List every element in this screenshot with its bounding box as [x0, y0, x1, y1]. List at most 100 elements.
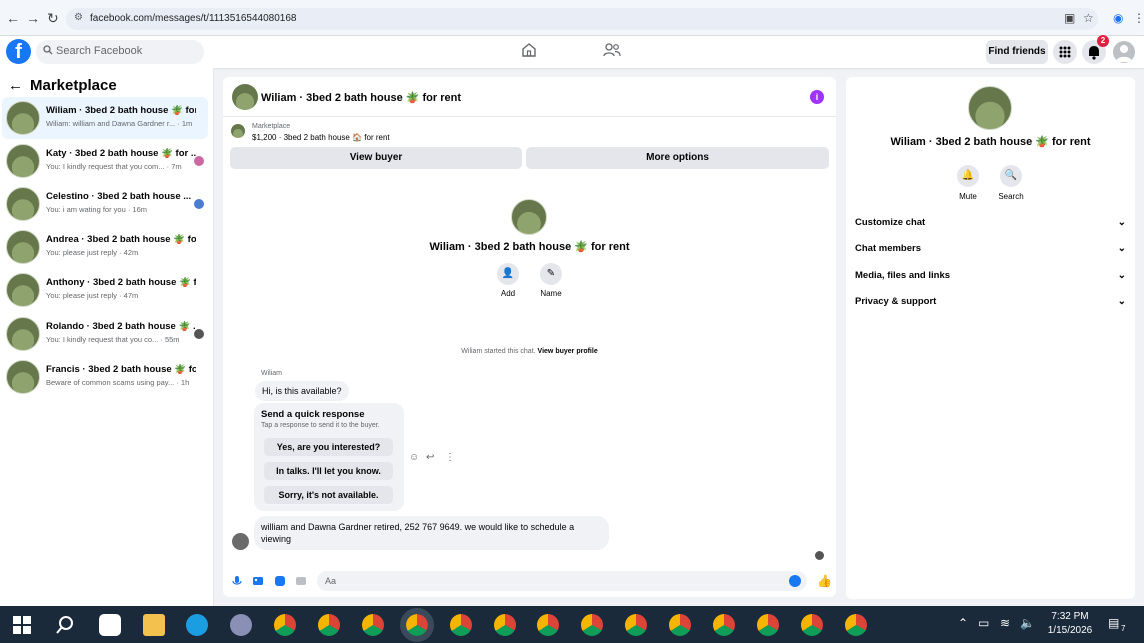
media-files-links-row[interactable]: Media, files and links ⌄	[855, 270, 1126, 290]
cast-icon[interactable]: ▣	[1064, 11, 1075, 25]
edge-icon[interactable]	[186, 614, 208, 636]
emoji-icon[interactable]	[789, 575, 801, 587]
info-icon[interactable]: i	[810, 90, 824, 104]
listing-summary[interactable]: $1,200 · 3bed 2 bath house 🏠 for rent	[252, 133, 390, 142]
avatar[interactable]	[232, 84, 258, 110]
search-button[interactable]: 🔍 Search	[991, 165, 1031, 201]
friends-icon[interactable]	[603, 42, 621, 58]
chrome-profile-icon[interactable]	[801, 614, 823, 636]
conversation-name: Wiliam · 3bed 2 bath house 🪴 for...	[46, 105, 196, 116]
mute-label: Mute	[959, 192, 977, 201]
search-icon	[43, 45, 53, 55]
notification-center-icon[interactable]: ▤	[1108, 616, 1119, 630]
chat-members-row[interactable]: Chat members ⌄	[855, 243, 1126, 263]
menu-grid-button[interactable]	[1053, 40, 1077, 64]
listing-thumbnail	[231, 124, 245, 138]
wifi-icon[interactable]: ≋	[1000, 616, 1010, 630]
privacy-support-row[interactable]: Privacy & support ⌄	[855, 296, 1126, 316]
chevron-down-icon: ⌄	[1117, 217, 1126, 228]
add-button[interactable]: 👤 Add	[488, 263, 528, 298]
conversation-item[interactable]: Francis · 3bed 2 bath house 🪴 for... Bew…	[2, 356, 208, 398]
mute-button[interactable]: 🔔 Mute	[948, 165, 988, 201]
avatar[interactable]	[232, 533, 249, 550]
gif-icon[interactable]	[295, 575, 307, 587]
chrome-profile-icon[interactable]	[537, 614, 559, 636]
conversation-preview: Wiliam: william and Dawna Gardner r... ·…	[46, 119, 193, 128]
seen-avatar	[194, 199, 204, 209]
message-bubble[interactable]: william and Dawna Gardner retired, 252 7…	[254, 516, 609, 550]
chrome-profile-icon[interactable]	[318, 614, 340, 636]
more-options-button[interactable]: More options	[526, 147, 829, 169]
chrome-profile-icon[interactable]	[713, 614, 735, 636]
thumbs-up-icon[interactable]: 👍	[817, 574, 832, 588]
account-avatar[interactable]	[1113, 41, 1135, 63]
bookmark-star-icon[interactable]: ☆	[1083, 11, 1094, 25]
display-icon[interactable]: ▭	[978, 616, 989, 630]
chrome-profile-icon[interactable]	[757, 614, 779, 636]
chrome-profile-icon[interactable]	[845, 614, 867, 636]
find-friends-button[interactable]: Find friends	[986, 40, 1048, 64]
add-person-icon: 👤	[497, 263, 519, 285]
quick-response-option[interactable]: Yes, are you interested?	[264, 438, 393, 456]
site-settings-icon[interactable]: ⚙	[74, 12, 83, 23]
task-view-icon[interactable]	[99, 614, 121, 636]
file-explorer-icon[interactable]	[143, 614, 165, 636]
view-buyer-button[interactable]: View buyer	[230, 147, 522, 169]
chevron-up-icon[interactable]: ⌃	[958, 616, 968, 630]
reply-icon[interactable]: ↩	[426, 452, 434, 463]
chrome-profile-icon[interactable]	[581, 614, 603, 636]
reload-icon[interactable]: ↻	[47, 10, 59, 27]
message-bubble[interactable]: Hi, is this available?	[255, 381, 349, 401]
avatar[interactable]	[968, 86, 1012, 130]
chrome-icon[interactable]	[274, 614, 296, 636]
photo-icon[interactable]	[252, 575, 264, 587]
chat-title[interactable]: Wiliam · 3bed 2 bath house 🪴 for rent	[261, 91, 461, 104]
microphone-icon[interactable]	[231, 575, 243, 587]
forward-icon[interactable]: →	[26, 10, 40, 26]
conversation-item[interactable]: Rolando · 3bed 2 bath house 🪴 ... You: I…	[2, 313, 208, 355]
conversation-item[interactable]: Katy · 3bed 2 bath house 🪴 for ... You: …	[2, 140, 208, 182]
conversation-item[interactable]: Andrea · 3bed 2 bath house 🪴 for... You:…	[2, 226, 208, 268]
chrome-profile-icon[interactable]	[494, 614, 516, 636]
browser-menu-icon[interactable]: ⋮	[1133, 11, 1144, 25]
search-facebook-input[interactable]: Search Facebook	[36, 40, 204, 64]
chrome-profile-icon[interactable]	[625, 614, 647, 636]
row-label: Customize chat	[855, 217, 926, 228]
add-label: Add	[500, 289, 516, 298]
chrome-profile-icon[interactable]	[362, 614, 384, 636]
conversation-name: Celestino · 3bed 2 bath house ...	[46, 191, 192, 202]
system-clock[interactable]: 7:32 PM 1/15/2026	[1040, 610, 1100, 638]
conversation-name: Rolando · 3bed 2 bath house 🪴 ...	[46, 321, 196, 332]
search-icon[interactable]	[54, 614, 76, 636]
conversation-item[interactable]: Celestino · 3bed 2 bath house ... You: i…	[2, 183, 208, 225]
system-text: Wiliam started this chat.	[461, 348, 536, 355]
facebook-header: f Search Facebook Find friends	[0, 36, 1144, 68]
avatar[interactable]	[511, 199, 547, 235]
app-icon[interactable]	[230, 614, 252, 636]
view-buyer-profile-link[interactable]: View buyer profile	[538, 348, 598, 355]
chrome-profile-icon[interactable]	[400, 608, 434, 642]
chrome-profile-icon[interactable]	[669, 614, 691, 636]
react-icon[interactable]: ☺	[409, 452, 419, 463]
more-icon[interactable]: ⋮	[445, 452, 455, 463]
speaker-icon[interactable]: 🔈	[1020, 616, 1035, 630]
seen-avatar	[194, 156, 204, 166]
quick-response-option[interactable]: In talks. I'll let you know.	[264, 462, 393, 480]
quick-response-option[interactable]: Sorry, it's not available.	[264, 486, 393, 504]
conversation-item[interactable]: Wiliam · 3bed 2 bath house 🪴 for... Wili…	[2, 97, 208, 139]
back-arrow-icon[interactable]: ←	[8, 77, 23, 94]
chrome-profile-icon[interactable]	[450, 614, 472, 636]
name-button[interactable]: ✎ Name	[531, 263, 571, 298]
sticker-icon[interactable]	[274, 575, 286, 587]
profile-icon[interactable]: ◉	[1113, 11, 1123, 25]
customize-chat-row[interactable]: Customize chat ⌄	[855, 217, 1126, 237]
conversation-item[interactable]: Anthony · 3bed 2 bath house 🪴 f... You: …	[2, 269, 208, 311]
windows-start-icon[interactable]	[11, 614, 33, 636]
back-icon[interactable]: ←	[6, 10, 20, 26]
message-input[interactable]: Aa	[317, 571, 807, 591]
chevron-down-icon: ⌄	[1117, 296, 1126, 307]
facebook-logo[interactable]: f	[6, 39, 31, 64]
url-text[interactable]: facebook.com/messages/t/1113516544080168	[90, 13, 296, 24]
home-icon[interactable]	[521, 42, 537, 58]
avatar	[6, 101, 40, 135]
